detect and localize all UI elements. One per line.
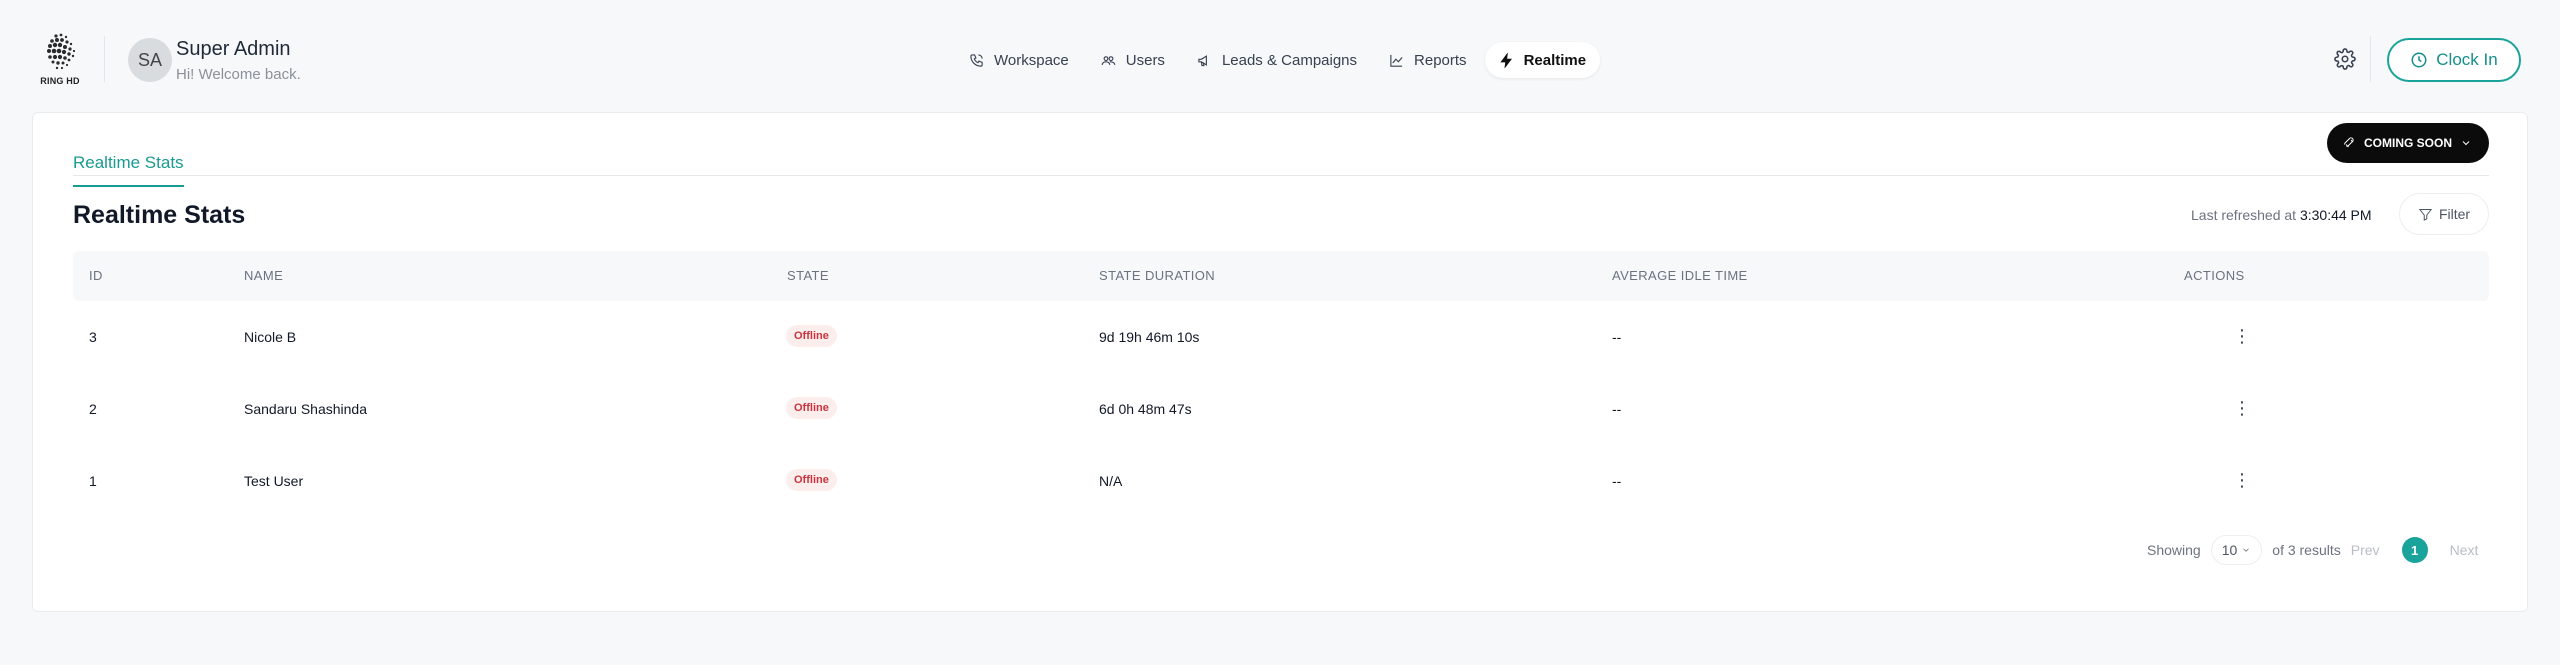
clock-in-button[interactable]: Clock In [2387, 38, 2521, 82]
refreshed-time: 3:30:44 PM [2299, 207, 2372, 223]
clock-in-label: Clock In [2436, 50, 2498, 69]
col-name: NAME [244, 268, 284, 283]
users-icon [1101, 55, 1116, 65]
nav-label-workspace: Workspace [994, 51, 1069, 69]
prev-page-button[interactable]: Prev [2351, 542, 2380, 558]
phone-icon [970, 53, 983, 67]
nav-item-reports[interactable]: Reports [1375, 42, 1481, 78]
row-actions-menu-icon[interactable]: ⋮ [2229, 467, 2255, 493]
col-average-idle-time: AVERAGE IDLE TIME [1612, 268, 1748, 283]
table-header: ID NAME STATE STATE DURATION AVERAGE IDL… [73, 251, 2489, 301]
avatar[interactable]: SA [128, 38, 172, 82]
user-name: Super Admin [176, 38, 291, 60]
page-size-value: 10 [2221, 542, 2238, 558]
megaphone-icon [1198, 54, 1207, 66]
realtime-card: Realtime Stats COMING SOON Realtime Stat… [32, 112, 2528, 612]
header-divider [104, 36, 105, 82]
main-nav: Workspace Users Leads & Campaigns Report… [955, 42, 1601, 78]
brand-logo[interactable]: RING HD [38, 30, 82, 88]
nav-label-leads-campaigns: Leads & Campaigns [1221, 51, 1358, 69]
cell-state-duration: 6d 0h 48m 47s [1099, 401, 1192, 417]
chevron-down-icon [2243, 548, 2250, 552]
cell-name: Nicole B [244, 329, 297, 345]
lightning-icon [1499, 52, 1512, 68]
filter-label: Filter [2438, 206, 2471, 222]
tab-divider [73, 175, 2489, 176]
last-refreshed: Last refreshed at 3:30:44 PM [2191, 207, 2372, 223]
nav-label-reports: Reports [1414, 51, 1467, 69]
cell-id: 2 [89, 401, 97, 417]
gear-icon[interactable] [2334, 48, 2356, 70]
status-badge: Offline [786, 469, 837, 491]
cell-state-duration: 9d 19h 46m 10s [1099, 329, 1200, 345]
table-row: 1 Test User Offline N/A -- ⋮ [73, 445, 2489, 517]
filter-icon [2418, 208, 2433, 221]
cell-name: Sandaru Shashinda [244, 401, 367, 417]
refreshed-label: Last refreshed at [2191, 207, 2297, 223]
page-size-select[interactable]: 10 [2210, 535, 2263, 565]
cell-state-duration: N/A [1099, 473, 1123, 489]
header-divider [2370, 36, 2371, 82]
row-actions-menu-icon[interactable]: ⋮ [2229, 323, 2255, 349]
page-title: Realtime Stats [73, 201, 246, 229]
cell-average-idle-time: -- [1612, 329, 1622, 345]
tab-realtime-stats[interactable]: Realtime Stats [73, 141, 184, 187]
realtime-stats-table: ID NAME STATE STATE DURATION AVERAGE IDL… [73, 251, 2489, 517]
page-number-button[interactable]: 1 [2401, 537, 2428, 563]
cell-id: 3 [89, 329, 97, 345]
nav-item-workspace[interactable]: Workspace [955, 42, 1083, 78]
col-state: STATE [787, 268, 829, 283]
clock-icon [2411, 52, 2427, 68]
cell-name: Test User [244, 473, 304, 489]
coming-soon-button[interactable]: COMING SOON [2327, 123, 2489, 163]
filter-button[interactable]: Filter [2399, 193, 2489, 235]
status-badge: Offline [786, 325, 837, 347]
nav-item-realtime[interactable]: Realtime [1484, 42, 1601, 78]
col-id: ID [89, 268, 103, 283]
rocket-icon [2344, 137, 2354, 148]
nav-label-realtime: Realtime [1523, 51, 1587, 69]
status-badge: Offline [786, 397, 837, 419]
row-actions-menu-icon[interactable]: ⋮ [2229, 395, 2255, 421]
nav-item-users[interactable]: Users [1087, 42, 1179, 78]
nav-item-leads-campaigns[interactable]: Leads & Campaigns [1183, 42, 1371, 78]
welcome-text: Hi! Welcome back. [176, 66, 301, 83]
logo-text: RING HD [40, 76, 80, 86]
results-label: of 3 results [2272, 542, 2341, 558]
showing-label: Showing [2147, 542, 2201, 558]
col-actions: ACTIONS [2184, 268, 2245, 283]
pagination: Showing 10 of 3 results Prev 1 Next [2147, 535, 2478, 565]
next-page-button[interactable]: Next [2450, 542, 2479, 558]
chart-line-icon [1390, 54, 1403, 67]
coming-soon-label: COMING SOON [2363, 136, 2452, 150]
table-row: 2 Sandaru Shashinda Offline 6d 0h 48m 47… [73, 373, 2489, 445]
table-row: 3 Nicole B Offline 9d 19h 46m 10s -- ⋮ [73, 301, 2489, 373]
ring-logo-icon [47, 33, 76, 70]
nav-label-users: Users [1125, 51, 1165, 69]
cell-average-idle-time: -- [1612, 401, 1622, 417]
chevron-down-icon [2462, 141, 2470, 146]
col-state-duration: STATE DURATION [1099, 268, 1216, 283]
cell-average-idle-time: -- [1612, 473, 1622, 489]
cell-id: 1 [89, 473, 97, 489]
top-header: RING HD SA Super Admin Hi! Welcome back.… [0, 0, 2560, 112]
